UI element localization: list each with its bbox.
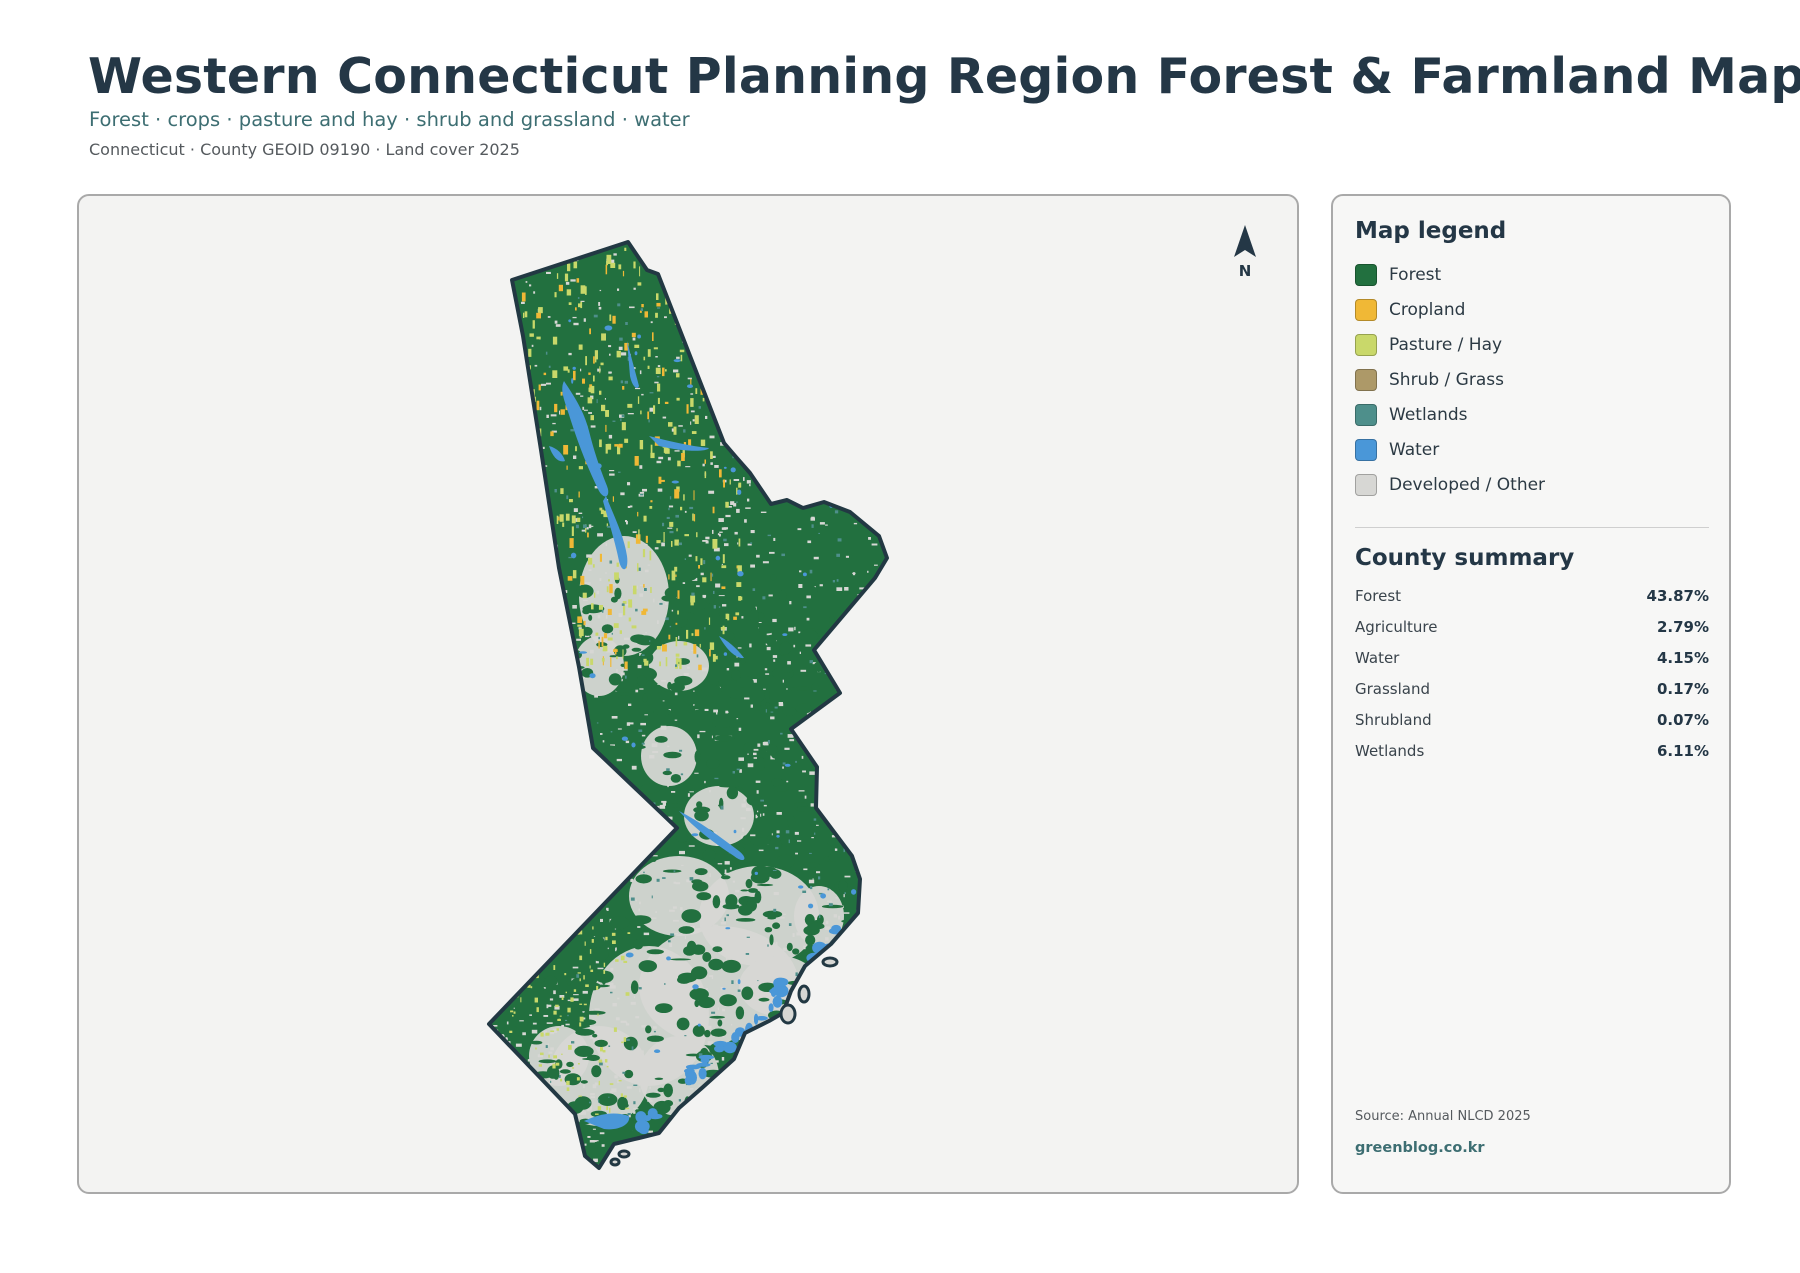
legend-label: Cropland <box>1389 300 1466 320</box>
legend-label: Shrub / Grass <box>1389 370 1504 390</box>
summary-value: 0.07% <box>1656 711 1709 729</box>
summary-value: 6.11% <box>1656 742 1709 760</box>
county-map[interactable] <box>79 196 1299 1194</box>
legend-swatch <box>1355 299 1377 321</box>
legend-swatch <box>1355 439 1377 461</box>
legend-item: Developed / Other <box>1355 473 1545 497</box>
legend-item: Cropland <box>1355 298 1465 322</box>
page-meta: Connecticut · County GEOID 09190 · Land … <box>89 140 520 159</box>
legend-label: Developed / Other <box>1389 475 1546 495</box>
legend-label: Wetlands <box>1389 405 1468 425</box>
legend-item: Pasture / Hay <box>1355 333 1502 357</box>
summary-row: Wetlands 6.11% <box>1355 740 1709 762</box>
summary-label: Forest <box>1355 587 1402 605</box>
legend-label: Forest <box>1389 265 1442 285</box>
summary-label: Water <box>1355 649 1400 667</box>
map-panel[interactable] <box>77 194 1299 1194</box>
page-subtitle: Forest · crops · pasture and hay · shrub… <box>89 108 690 131</box>
summary-row: Forest 43.87% <box>1355 585 1709 607</box>
section-divider <box>1355 527 1709 528</box>
page-title: Western Connecticut Planning Region Fore… <box>88 48 1800 105</box>
summary-row: Water 4.15% <box>1355 647 1709 669</box>
north-arrow: N <box>1220 222 1270 288</box>
summary-value: 2.79% <box>1656 618 1709 636</box>
summary-heading: County summary <box>1355 545 1575 571</box>
legend-swatch <box>1355 264 1377 286</box>
summary-label: Grassland <box>1355 680 1430 698</box>
summary-label: Agriculture <box>1355 618 1438 636</box>
legend-label: Pasture / Hay <box>1389 335 1503 355</box>
legend-heading: Map legend <box>1355 218 1507 244</box>
summary-value: 4.15% <box>1656 649 1709 667</box>
legend-swatch <box>1355 404 1377 426</box>
summary-row: Shrubland 0.07% <box>1355 709 1709 731</box>
summary-label: Shrubland <box>1355 711 1432 729</box>
legend-item: Wetlands <box>1355 403 1468 427</box>
legend-swatch <box>1355 334 1377 356</box>
summary-row: Grassland 0.17% <box>1355 678 1709 700</box>
summary-row: Agriculture 2.79% <box>1355 616 1709 638</box>
legend-item: Forest <box>1355 263 1441 287</box>
summary-value: 0.17% <box>1656 680 1709 698</box>
source-note: Source: Annual NLCD 2025 <box>1355 1109 1531 1124</box>
legend-swatch <box>1355 474 1377 496</box>
summary-value: 43.87% <box>1646 587 1709 605</box>
legend-item: Water <box>1355 438 1439 462</box>
side-panel: Map legend Forest Cropland Pasture / Hay… <box>1331 194 1731 1194</box>
north-label: N <box>1238 262 1252 280</box>
legend-item: Shrub / Grass <box>1355 368 1504 392</box>
legend-label: Water <box>1389 440 1440 460</box>
north-arrow-icon <box>1234 225 1256 257</box>
site-link[interactable]: greenblog.co.kr <box>1355 1140 1485 1156</box>
summary-label: Wetlands <box>1355 742 1425 760</box>
legend-swatch <box>1355 369 1377 391</box>
